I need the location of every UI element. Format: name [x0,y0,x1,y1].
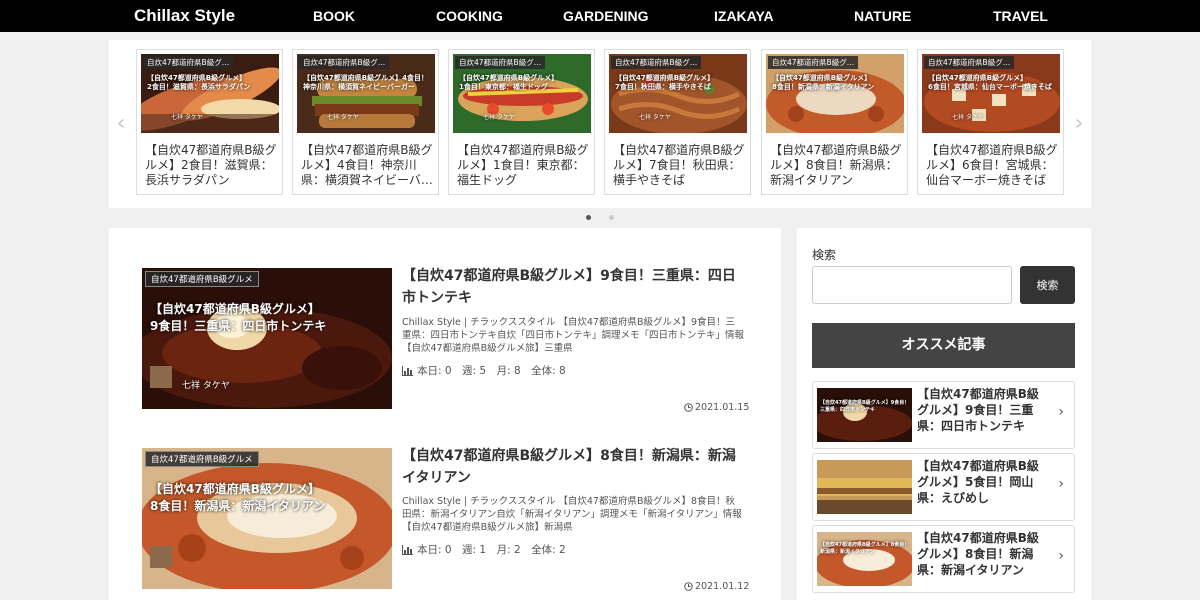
carousel-card[interactable]: 自炊47都道府県B級グ… 【自炊47都道府県B級グルメ】 7食目！秋田県：横手や… [604,49,751,195]
post-thumb-caption: 【自炊47都道府県B級グルメ】 [150,482,320,496]
clock-icon [684,403,693,412]
recommend-thumbnail: 【自炊47都道府県B級グルメ】9食目！三重県：四日市トンテキ [817,388,912,442]
recommend-heading: オススメ記事 [812,323,1075,368]
card-thumb-caption: 2食目！滋賀県：長浜サラダパン [147,83,251,91]
carousel-card[interactable]: 自炊47都道府県B級グ… 【自炊47都道府県B級グルメ】 1食目！東京都：福生ド… [448,49,595,195]
post-category[interactable]: 自炊47都道府県B級グルメ [145,271,259,287]
card-title[interactable]: 【自炊47都道府県B級グルメ】2食目！滋賀県：長浜サラダパン [145,143,279,188]
card-thumb-caption: 8食目！新潟県：新潟イタリアン [772,83,875,91]
post-title[interactable]: 【自炊47都道府県B級グルメ】8食目！新潟県：新潟イタリアン [402,445,744,489]
carousel-dot[interactable] [609,215,614,220]
card-thumb-caption: 神奈川県：横須賀ネイビーバーガー [303,83,415,91]
post-date: 2021.01.15 [684,402,749,413]
carousel-card[interactable]: 自炊47都道府県B級グ… 【自炊47都道府県B級グルメ】 6食目！宮城県：仙台マ… [917,49,1064,195]
chevron-right-icon: › [1058,548,1064,564]
card-thumb-caption: 7食目！秋田県：横手やきそば [615,83,711,91]
nav-travel[interactable]: TRAVEL [993,0,1048,32]
card-category[interactable]: 自炊47都道府県B級グ… [455,56,546,69]
card-title[interactable]: 【自炊47都道府県B級グルメ】1食目！東京都：福生ドッグ [457,143,591,188]
card-title[interactable]: 【自炊47都道府県B級グルメ】8食目！新潟県：新潟イタリアン [770,143,904,188]
card-author: 七祥 タケヤ [952,114,984,121]
recommend-item[interactable]: 【自炊47都道府県B級グルメ】8食目！新潟県：新潟イタリアン 【自炊47都道府県… [812,525,1075,593]
recommend-thumb-caption: 【自炊47都道府県B級グルメ】9食目！三重県：四日市トンテキ [820,400,910,413]
post-excerpt: Chillax Style | チラックススタイル 【自炊47都道府県B級グルメ… [402,496,742,533]
carousel-card[interactable]: 自炊47都道府県B級グ… 【自炊47都道府県B級グルメ】 8食目！新潟県：新潟イ… [761,49,908,195]
card-thumbnail: 自炊47都道府県B級グ… 【自炊47都道府県B級グルメ】 2食目！滋賀県：長浜サ… [141,54,279,133]
card-thumbnail: 自炊47都道府県B級グ… 【自炊47都道府県B級グルメ】 6食目！宮城県：仙台マ… [922,54,1060,133]
carousel-card[interactable]: 自炊47都道府県B級グ… 【自炊47都道府県B級グルメ】 2食目！滋賀県：長浜サ… [136,49,283,195]
card-thumb-caption: 【自炊47都道府県B級グルメ】 [615,74,715,82]
recommend-title[interactable]: 【自炊47都道府県B級グルメ】9食目！三重県：四日市トンテキ [917,386,1049,434]
recommend-item[interactable]: 【自炊47都道府県B級グルメ】9食目！三重県：四日市トンテキ 【自炊47都道府県… [812,381,1075,449]
search-label: 検索 [812,248,837,262]
nav-gardening[interactable]: GARDENING [563,0,649,32]
card-author: 七祥 タケヤ [171,114,203,121]
chevron-right-icon[interactable]: › [1070,112,1088,136]
card-author: 七祥 タケヤ [639,114,671,121]
card-title[interactable]: 【自炊47都道府県B級グルメ】7食目！秋田県：横手やきそば [613,143,747,188]
card-thumb-caption: 【自炊47都道府県B級グルメ】 [147,74,247,82]
card-thumbnail: 自炊47都道府県B級グ… 【自炊47都道府県B級グルメ】4食目！ 神奈川県：横須… [297,54,435,133]
post-date-text: 2021.01.15 [695,402,750,413]
carousel-dot-active[interactable] [586,215,591,220]
card-thumbnail: 自炊47都道府県B級グ… 【自炊47都道府県B級グルメ】 1食目！東京都：福生ド… [453,54,591,133]
search-button[interactable]: 検索 [1020,266,1075,304]
post-thumb-caption: 9食目！三重県：四日市トンテキ [150,319,327,333]
card-category[interactable]: 自炊47都道府県B級グ… [299,56,390,69]
recommend-title[interactable]: 【自炊47都道府県B級グルメ】5食目！岡山県：えびめし [917,458,1049,506]
card-thumbnail: 自炊47都道府県B級グ… 【自炊47都道府県B級グルメ】 7食目！秋田県：横手や… [609,54,747,133]
nav-nature[interactable]: NATURE [854,0,911,32]
card-thumb-caption: 【自炊47都道府県B級グルメ】 [772,74,872,82]
post-date-text: 2021.01.12 [695,581,750,592]
post-excerpt: Chillax Style | チラックススタイル 【自炊47都道府県B級グルメ… [402,317,745,354]
post-thumbnail[interactable]: 自炊47都道府県B級グルメ 【自炊47都道府県B級グルメ】 8食目！新潟県：新潟… [142,448,392,589]
chevron-left-icon[interactable]: ‹ [112,112,130,136]
card-thumb-caption: 【自炊47都道府県B級グルメ】4食目！ [303,74,428,82]
site-header: Chillax Style BOOK COOKING GARDENING IZA… [0,0,1200,32]
card-title[interactable]: 【自炊47都道府県B級グルメ】6食目！宮城県：仙台マーボー焼きそば [926,143,1060,188]
card-title[interactable]: 【自炊47都道府県B級グルメ】4食目！神奈川県：横須賀ネイビーバ… [301,143,435,188]
post-thumbnail[interactable]: 自炊47都道府県B級グルメ 【自炊47都道府県B級グルメ】 9食目！三重県：四日… [142,268,392,409]
post-stats: 本日: 0 週: 5 月: 8 全体: 8 [402,363,566,378]
site-logo[interactable]: Chillax Style [134,0,235,32]
card-category[interactable]: 自炊47都道府県B級グ… [143,56,234,69]
clock-icon [684,582,693,591]
bar-chart-icon [402,545,413,555]
card-thumb-caption: 6食目！宮城県：仙台マーボー焼きそば [928,83,1052,91]
bar-chart-icon [402,366,413,376]
post-stats: 本日: 0 週: 1 月: 2 全体: 2 [402,542,566,557]
carousel-card[interactable]: 自炊47都道府県B級グ… 【自炊47都道府県B級グルメ】4食目！ 神奈川県：横須… [292,49,439,195]
post-stats-text: 本日: 0 週: 1 月: 2 全体: 2 [417,544,566,556]
post-title[interactable]: 【自炊47都道府県B級グルメ】9食目！三重県：四日市トンテキ [402,265,744,309]
post-author: 七祥 タケヤ [182,381,230,391]
card-thumb-caption: 【自炊47都道府県B級グルメ】 [928,74,1028,82]
chevron-right-icon: › [1058,404,1064,420]
card-author: 七祥 タケヤ [483,114,515,121]
post-category[interactable]: 自炊47都道府県B級グルメ [145,451,259,467]
recommend-title[interactable]: 【自炊47都道府県B級グルメ】8食目！新潟県：新潟イタリアン [917,530,1049,578]
card-thumb-caption: 【自炊47都道府県B級グルメ】 [459,74,559,82]
post-thumb-caption: 【自炊47都道府県B級グルメ】 [150,302,320,316]
chevron-right-icon: › [1058,476,1064,492]
post-thumb-caption: 8食目！新潟県：新潟イタリアン [150,499,326,513]
recommend-item[interactable]: 【自炊47都道府県B級グルメ】5食目！岡山県：えびめし › [812,453,1075,521]
search-input[interactable] [812,266,1012,304]
post-stats-text: 本日: 0 週: 5 月: 8 全体: 8 [417,365,566,377]
nav-cooking[interactable]: COOKING [436,0,503,32]
card-category[interactable]: 自炊47都道府県B級グ… [924,56,1015,69]
card-category[interactable]: 自炊47都道府県B級グ… [611,56,702,69]
recommend-thumbnail [817,460,912,514]
recommend-thumb-caption: 【自炊47都道府県B級グルメ】8食目！新潟県：新潟イタリアン [820,542,910,555]
card-author: 七祥 タケヤ [327,114,359,121]
card-thumbnail: 自炊47都道府県B級グ… 【自炊47都道府県B級グルメ】 8食目！新潟県：新潟イ… [766,54,904,133]
card-category[interactable]: 自炊47都道府県B級グ… [768,56,859,69]
nav-izakaya[interactable]: IZAKAYA [714,0,774,32]
nav-book[interactable]: BOOK [313,0,355,32]
recommend-thumbnail: 【自炊47都道府県B級グルメ】8食目！新潟県：新潟イタリアン [817,532,912,586]
card-thumb-caption: 1食目！東京都：福生ドッグ [459,83,548,91]
post-date: 2021.01.12 [684,581,749,592]
